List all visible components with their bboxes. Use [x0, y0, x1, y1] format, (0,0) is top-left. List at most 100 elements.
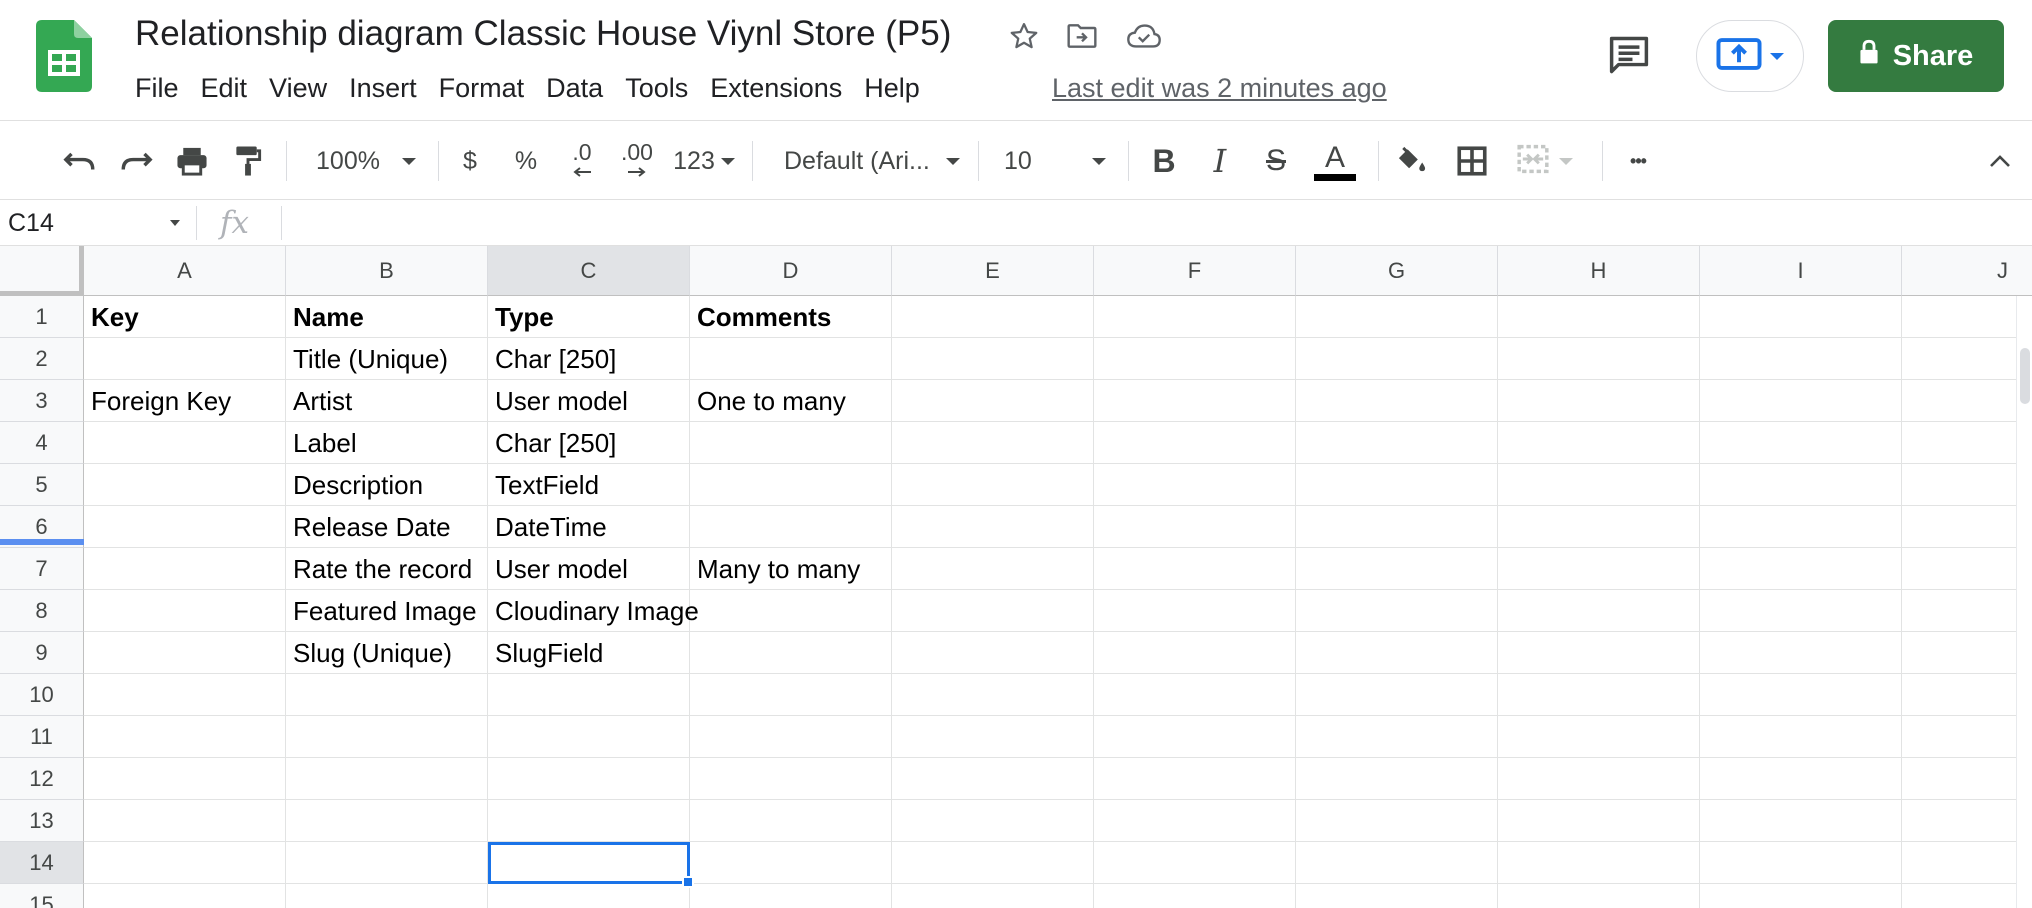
cell-a8[interactable]: [84, 590, 286, 632]
cell-c6[interactable]: DateTime: [488, 506, 690, 548]
menu-insert[interactable]: Insert: [338, 68, 428, 108]
row-header-7[interactable]: 7: [0, 548, 84, 590]
row-header-8[interactable]: 8: [0, 590, 84, 632]
cell-j10[interactable]: [1902, 674, 2032, 716]
cell-a12[interactable]: [84, 758, 286, 800]
cell-f7[interactable]: [1094, 548, 1296, 590]
cell-f6[interactable]: [1094, 506, 1296, 548]
cell-f15[interactable]: [1094, 884, 1296, 908]
fill-handle[interactable]: [682, 876, 694, 888]
cell-c9[interactable]: SlugField: [488, 632, 690, 674]
cell-b9[interactable]: Slug (Unique): [286, 632, 488, 674]
column-header-e[interactable]: E: [892, 246, 1094, 296]
cell-c11[interactable]: [488, 716, 690, 758]
cell-g12[interactable]: [1296, 758, 1498, 800]
cell-g6[interactable]: [1296, 506, 1498, 548]
row-header-10[interactable]: 10: [0, 674, 84, 716]
cell-g4[interactable]: [1296, 422, 1498, 464]
cell-i3[interactable]: [1700, 380, 1902, 422]
cell-h7[interactable]: [1498, 548, 1700, 590]
cell-h13[interactable]: [1498, 800, 1700, 842]
cell-h6[interactable]: [1498, 506, 1700, 548]
cell-h5[interactable]: [1498, 464, 1700, 506]
column-header-j[interactable]: J: [1902, 246, 2032, 296]
cell-e3[interactable]: [892, 380, 1094, 422]
cell-b4[interactable]: Label: [286, 422, 488, 464]
cell-g8[interactable]: [1296, 590, 1498, 632]
cell-i8[interactable]: [1700, 590, 1902, 632]
cell-c15[interactable]: [488, 884, 690, 908]
cell-d9[interactable]: [690, 632, 892, 674]
sheets-logo-icon[interactable]: [36, 20, 92, 92]
name-box[interactable]: C14: [0, 200, 192, 246]
cell-g2[interactable]: [1296, 338, 1498, 380]
cell-c10[interactable]: [488, 674, 690, 716]
cell-j2[interactable]: [1902, 338, 2032, 380]
column-header-d[interactable]: D: [690, 246, 892, 296]
decrease-decimal-button[interactable]: .0: [560, 121, 604, 201]
cell-i9[interactable]: [1700, 632, 1902, 674]
document-title[interactable]: Relationship diagram Classic House Viynl…: [135, 12, 951, 56]
column-header-a[interactable]: A: [84, 246, 286, 296]
cell-c7[interactable]: User model: [488, 548, 690, 590]
cell-i7[interactable]: [1700, 548, 1902, 590]
cell-e15[interactable]: [892, 884, 1094, 908]
cell-a11[interactable]: [84, 716, 286, 758]
column-header-f[interactable]: F: [1094, 246, 1296, 296]
cell-f3[interactable]: [1094, 380, 1296, 422]
chevron-down-icon[interactable]: [170, 220, 180, 226]
cell-i1[interactable]: [1700, 296, 1902, 338]
row-header-13[interactable]: 13: [0, 800, 84, 842]
cell-h10[interactable]: [1498, 674, 1700, 716]
cell-f9[interactable]: [1094, 632, 1296, 674]
comment-history-icon[interactable]: [1604, 30, 1654, 80]
cell-j6[interactable]: [1902, 506, 2032, 548]
row-header-3[interactable]: 3: [0, 380, 84, 422]
cell-b7[interactable]: Rate the record: [286, 548, 488, 590]
column-header-i[interactable]: I: [1700, 246, 1902, 296]
cell-a7[interactable]: [84, 548, 286, 590]
cell-a4[interactable]: [84, 422, 286, 464]
more-options-button[interactable]: •••: [1616, 121, 1660, 201]
row-header-12[interactable]: 12: [0, 758, 84, 800]
menu-edit[interactable]: Edit: [190, 68, 259, 108]
cell-d3[interactable]: One to many: [690, 380, 892, 422]
format-currency-button[interactable]: $: [450, 121, 490, 201]
cell-b14[interactable]: [286, 842, 488, 884]
row-header-15[interactable]: 15: [0, 884, 84, 908]
frozen-row-marker[interactable]: [0, 539, 84, 545]
cell-d10[interactable]: [690, 674, 892, 716]
cell-j11[interactable]: [1902, 716, 2032, 758]
paint-format-icon[interactable]: [226, 121, 270, 201]
cell-e14[interactable]: [892, 842, 1094, 884]
column-header-g[interactable]: G: [1296, 246, 1498, 296]
cell-c8[interactable]: Cloudinary Image: [488, 590, 699, 632]
menu-file[interactable]: File: [124, 68, 190, 108]
cell-e12[interactable]: [892, 758, 1094, 800]
cell-f1[interactable]: [1094, 296, 1296, 338]
cell-a2[interactable]: [84, 338, 286, 380]
format-percent-button[interactable]: %: [506, 121, 546, 201]
cell-g11[interactable]: [1296, 716, 1498, 758]
cell-j7[interactable]: [1902, 548, 2032, 590]
row-header-1[interactable]: 1: [0, 296, 84, 338]
cell-d11[interactable]: [690, 716, 892, 758]
cloud-saved-icon[interactable]: [1124, 16, 1164, 56]
cell-d13[interactable]: [690, 800, 892, 842]
cell-e4[interactable]: [892, 422, 1094, 464]
cell-b12[interactable]: [286, 758, 488, 800]
column-header-c[interactable]: C: [488, 246, 690, 296]
cell-f10[interactable]: [1094, 674, 1296, 716]
cell-h12[interactable]: [1498, 758, 1700, 800]
last-edit-link[interactable]: Last edit was 2 minutes ago: [1052, 68, 1387, 108]
cell-j8[interactable]: [1902, 590, 2032, 632]
cell-e6[interactable]: [892, 506, 1094, 548]
cell-f5[interactable]: [1094, 464, 1296, 506]
cell-i13[interactable]: [1700, 800, 1902, 842]
text-color-button[interactable]: A: [1310, 121, 1360, 201]
menu-view[interactable]: View: [258, 68, 338, 108]
cell-h1[interactable]: [1498, 296, 1700, 338]
cell-g10[interactable]: [1296, 674, 1498, 716]
column-header-b[interactable]: B: [286, 246, 488, 296]
cell-i2[interactable]: [1700, 338, 1902, 380]
